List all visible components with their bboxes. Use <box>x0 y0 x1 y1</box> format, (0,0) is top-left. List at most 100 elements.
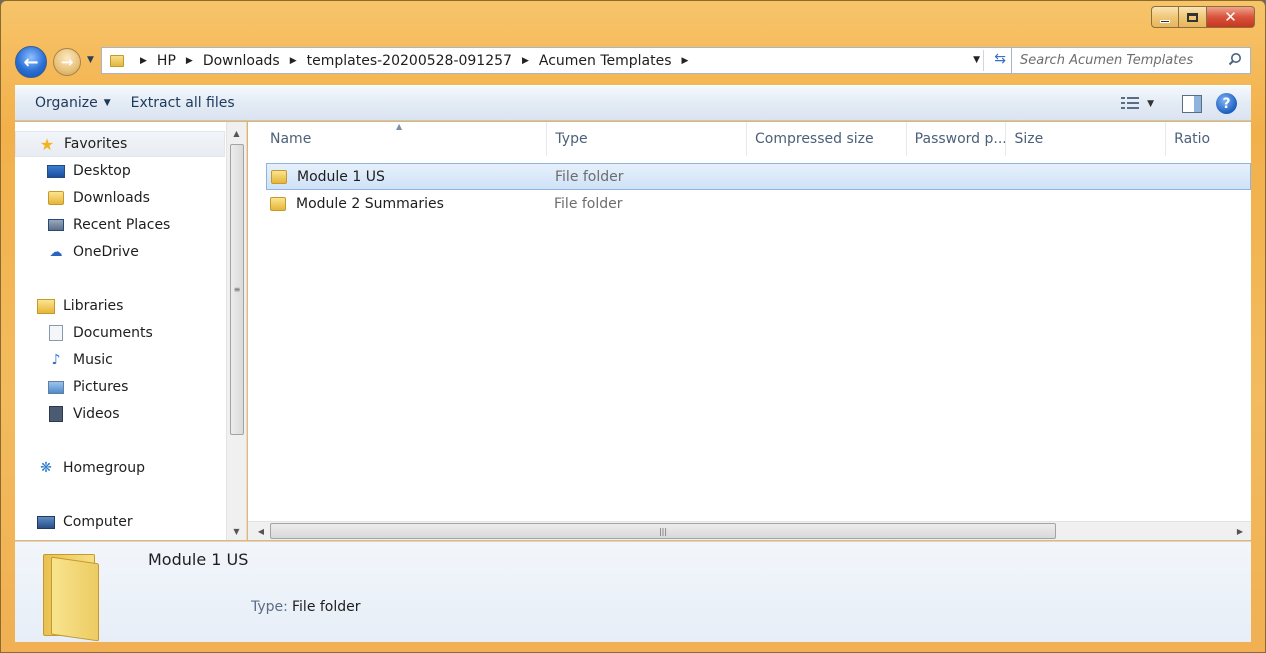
computer-icon <box>37 514 55 530</box>
type-value: File folder <box>292 599 361 615</box>
sidebar-item-label: Documents <box>73 325 153 341</box>
close-button[interactable]: ✕ <box>1207 6 1255 28</box>
search-icon[interactable] <box>1228 52 1242 66</box>
libraries-icon <box>37 298 55 314</box>
sidebar-item-documents[interactable]: Documents <box>15 320 225 346</box>
help-icon[interactable]: ? <box>1216 93 1237 114</box>
breadcrumb-hp[interactable]: HP <box>157 53 176 69</box>
cloud-icon: ☁ <box>49 244 63 260</box>
sidebar-item-label: Downloads <box>73 190 150 206</box>
scroll-down-icon[interactable]: ▼ <box>227 522 246 540</box>
sort-ascending-icon: ▲ <box>396 122 403 131</box>
breadcrumb-separator-icon[interactable]: ▶ <box>682 56 689 66</box>
extract-label: Extract all files <box>130 95 235 111</box>
sidebar-item-homegroup[interactable]: ❋ Homegroup <box>15 455 225 481</box>
command-bar: Organize ▼ Extract all files ▼ ? <box>15 85 1251 121</box>
maximize-icon <box>1187 12 1198 22</box>
back-arrow-icon: ← <box>23 51 39 73</box>
large-folder-icon <box>43 550 105 642</box>
breadcrumb-separator-icon[interactable]: ▶ <box>186 56 193 66</box>
recent-places-icon <box>47 217 65 233</box>
video-icon <box>47 406 65 422</box>
sidebar-item-recent-places[interactable]: Recent Places <box>15 212 225 238</box>
organize-label: Organize <box>35 95 98 111</box>
sidebar-item-label: Videos <box>73 406 120 422</box>
sidebar-item-favorites[interactable]: ★ Favorites <box>15 131 225 157</box>
table-row[interactable]: Module 2 Summaries File folder <box>266 190 1251 217</box>
preview-pane-icon[interactable] <box>1182 94 1202 113</box>
selected-item-name: Module 1 US <box>148 550 249 569</box>
horizontal-scrollbar[interactable]: ◀ ||| ▶ <box>248 521 1251 540</box>
file-list: Name ▲ Type Compressed size Password p..… <box>248 122 1251 540</box>
breadcrumb-downloads[interactable]: Downloads <box>203 53 280 69</box>
scrollbar-thumb[interactable]: ≡ <box>230 144 244 435</box>
desktop-icon <box>47 163 65 179</box>
scroll-right-icon[interactable]: ▶ <box>1231 522 1249 540</box>
sidebar-item-onedrive[interactable]: ☁ OneDrive <box>15 239 225 265</box>
sidebar-item-label: Recent Places <box>73 217 171 233</box>
file-name: Module 2 Summaries <box>296 195 444 212</box>
sidebar-item-computer[interactable]: Computer <box>15 509 225 535</box>
recent-pages-dropdown-icon[interactable]: ▼ <box>87 55 94 65</box>
scrollbar-thumb[interactable]: ||| <box>270 523 1056 539</box>
scroll-up-icon[interactable]: ▲ <box>227 124 246 142</box>
breadcrumb-separator-icon[interactable]: ▶ <box>140 56 147 66</box>
sidebar-item-pictures[interactable]: Pictures <box>15 374 225 400</box>
search-input[interactable] <box>1020 53 1220 68</box>
folder-icon <box>110 54 124 67</box>
file-type: File folder <box>554 195 623 212</box>
column-header-size[interactable]: Size <box>1006 122 1167 156</box>
change-view-icon[interactable] <box>1121 96 1140 111</box>
column-header-password-protected[interactable]: Password p... <box>907 122 1007 156</box>
file-name: Module 1 US <box>297 168 385 185</box>
column-header-compressed-size[interactable]: Compressed size <box>747 122 907 156</box>
picture-icon <box>47 379 65 395</box>
column-header-row: Name ▲ Type Compressed size Password p..… <box>248 122 1251 156</box>
details-pane: Module 1 US Type: File folder <box>15 541 1251 642</box>
breadcrumb-separator-icon[interactable]: ▶ <box>522 56 529 66</box>
chevron-down-icon: ▼ <box>103 98 111 108</box>
forward-button[interactable]: → <box>53 48 81 76</box>
navigation-pane: ★ Favorites Desktop Downloads Recent Pla… <box>15 122 247 540</box>
search-box[interactable] <box>1011 47 1251 74</box>
window-controls: ✕ <box>1151 6 1255 28</box>
extract-all-files-button[interactable]: Extract all files <box>121 95 245 111</box>
sidebar-item-videos[interactable]: Videos <box>15 401 225 427</box>
scroll-left-icon[interactable]: ◀ <box>252 522 270 540</box>
sidebar-item-libraries[interactable]: Libraries <box>15 293 225 319</box>
sidebar-item-music[interactable]: ♪ Music <box>15 347 225 373</box>
music-note-icon: ♪ <box>51 352 61 368</box>
maximize-button[interactable] <box>1179 6 1207 28</box>
sidebar-item-desktop[interactable]: Desktop <box>15 158 225 184</box>
address-bar[interactable]: ▶ HP ▶ Downloads ▶ templates-20200528-09… <box>101 47 1015 74</box>
sidebar-item-label: Music <box>73 352 113 368</box>
view-controls: ▼ ? <box>1121 93 1237 114</box>
view-options-dropdown-icon[interactable]: ▼ <box>1147 99 1154 109</box>
sidebar-item-label: Computer <box>63 514 133 530</box>
table-row[interactable]: Module 1 US File folder <box>266 163 1251 190</box>
sidebar-item-label: Libraries <box>63 298 124 314</box>
folder-icon <box>270 196 286 211</box>
breadcrumb-templates[interactable]: templates-20200528-091257 <box>307 53 512 69</box>
breadcrumb-acumen-templates[interactable]: Acumen Templates <box>539 53 672 69</box>
breadcrumb-separator-icon[interactable]: ▶ <box>290 56 297 66</box>
sidebar-item-downloads[interactable]: Downloads <box>15 185 225 211</box>
column-header-ratio[interactable]: Ratio <box>1166 122 1251 156</box>
minimize-button[interactable] <box>1151 6 1179 28</box>
column-header-name[interactable]: Name ▲ <box>248 122 548 156</box>
nav-vertical-scrollbar[interactable]: ▲ ≡ ▼ <box>226 122 246 540</box>
column-header-type[interactable]: Type <box>547 122 747 156</box>
sidebar-item-label: Homegroup <box>63 460 146 476</box>
homegroup-icon: ❋ <box>40 460 52 476</box>
organize-menu[interactable]: Organize ▼ <box>25 95 121 111</box>
sidebar-item-label: OneDrive <box>73 244 139 260</box>
close-icon: ✕ <box>1224 8 1237 26</box>
address-dropdown-icon[interactable]: ▼ <box>973 55 980 65</box>
address-divider <box>983 50 984 71</box>
refresh-icon[interactable]: ⇆ <box>994 51 1006 67</box>
downloads-folder-icon <box>47 190 65 206</box>
explorer-window: ✕ ← → ▼ ▶ HP ▶ Downloads ▶ templates-202… <box>0 0 1266 653</box>
sidebar-item-label: Favorites <box>64 136 128 152</box>
back-button[interactable]: ← <box>15 46 47 78</box>
file-type: File folder <box>555 168 624 185</box>
